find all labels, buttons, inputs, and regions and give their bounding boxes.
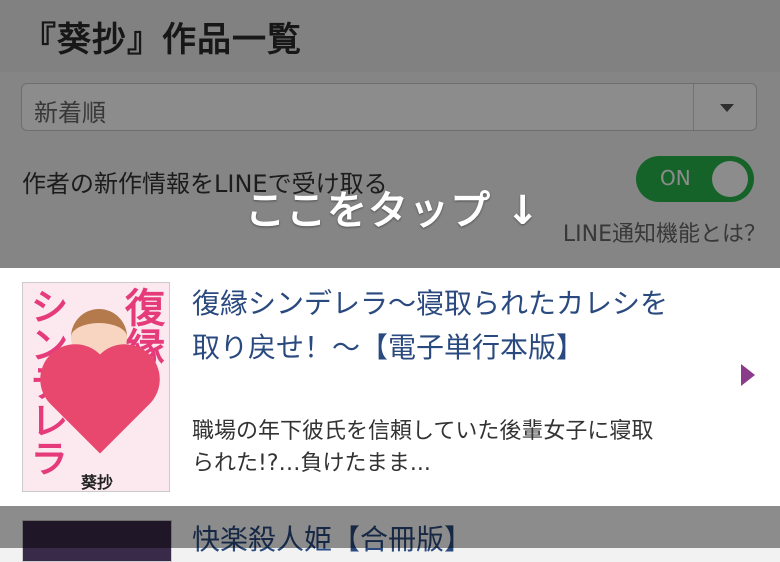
tutorial-overlay-bottom xyxy=(0,506,780,548)
work-list-item[interactable]: 復縁 シンデレラ 葵抄 復縁シンデレラ〜寝取られたカレシを取り戻せ！〜【電子単行… xyxy=(0,268,780,506)
work-title[interactable]: 復縁シンデレラ〜寝取られたカレシを取り戻せ！〜【電子単行本版】 xyxy=(192,282,672,370)
cover-author-name: 葵抄 xyxy=(81,473,114,492)
tap-hint-text: ここをタップ ↓ xyxy=(245,188,541,234)
chevron-right-icon[interactable] xyxy=(741,364,755,386)
work-description: 職場の年下彼氏を信頼していた後輩女子に寝取られた!?…負けたまま... xyxy=(192,419,654,476)
work-cover-image: 復縁 シンデレラ 葵抄 xyxy=(22,282,170,492)
